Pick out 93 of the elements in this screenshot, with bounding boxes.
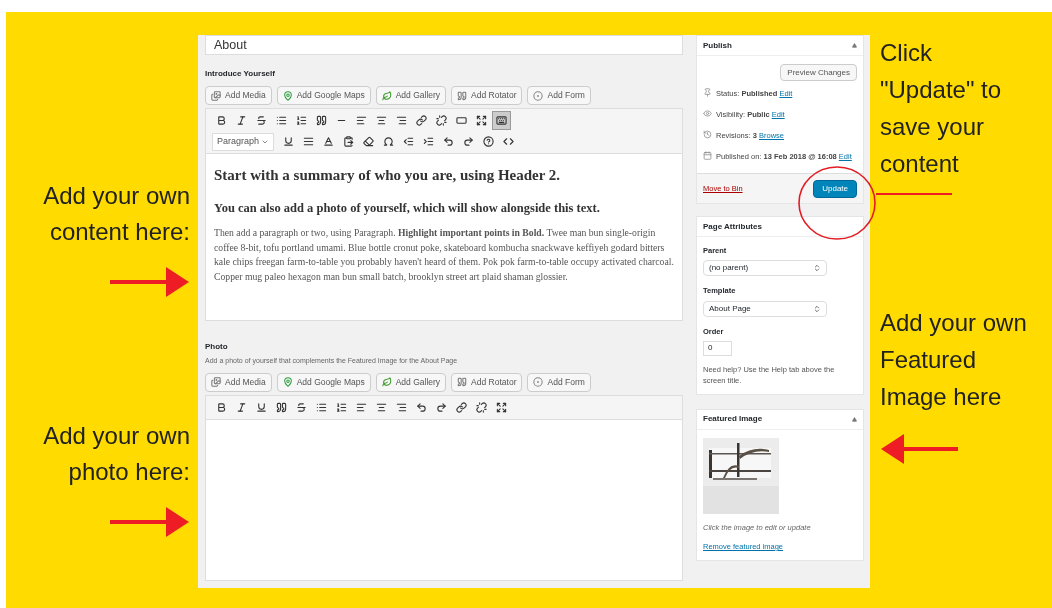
text-color-icon bbox=[323, 136, 334, 147]
media-button[interactable]: Add Google Maps bbox=[276, 86, 371, 105]
read-more-icon bbox=[456, 115, 467, 126]
heading: Start with a summary of who you are, using Header 2. bbox=[214, 166, 562, 185]
media-button[interactable]: Add Form bbox=[527, 372, 591, 392]
align-left-icon bbox=[356, 401, 367, 413]
arrow-icon bbox=[110, 264, 190, 300]
align-left-icon bbox=[356, 115, 367, 126]
format-select[interactable]: Paragraph bbox=[212, 132, 274, 151]
outdent-icon bbox=[403, 136, 414, 147]
quote-icon bbox=[316, 115, 327, 126]
arrow-icon bbox=[880, 431, 958, 467]
paste-icon bbox=[343, 136, 354, 147]
collapse-icon[interactable] bbox=[852, 416, 857, 422]
paragraph: Then add a paragraph or two, using Paragraph. Highlight important points in Bold. Twee man bun single-origin coffee 8-bit, tofu portland umami. Blue bottle cronut poke, skateboard kombucha snackwave keffiyeh godard bitters kale chips freegan farm-to-table you probably haven't heard of them. Pok pok farm-to-table occupy activated charcoal. Copper mug paleo hexagon man bun small batch, brooklyn street art plaid shaman glossier. bbox=[214, 226, 674, 284]
arrow-icon bbox=[110, 504, 190, 540]
unlink-icon bbox=[436, 115, 447, 126]
media-button[interactable]: Add Media bbox=[205, 86, 272, 105]
leaf-icon bbox=[381, 377, 392, 387]
unlink-icon bbox=[476, 401, 487, 413]
bold-icon bbox=[216, 401, 227, 413]
history-icon bbox=[703, 130, 712, 139]
eye-icon bbox=[703, 109, 712, 118]
italic-icon bbox=[236, 401, 247, 413]
annotation-text: Add your own content here: bbox=[42, 181, 190, 247]
quote-icon bbox=[457, 377, 468, 387]
quote-icon bbox=[457, 90, 468, 101]
select-arrows-icon bbox=[813, 264, 821, 273]
annotation-text: Add your own photo here: bbox=[42, 421, 190, 487]
media-button[interactable]: Add Media bbox=[205, 372, 272, 392]
toolbar-toggle-icon bbox=[496, 115, 507, 126]
underline-icon bbox=[256, 401, 267, 413]
panel-title: Page Attributes bbox=[703, 220, 762, 233]
media-icon bbox=[211, 90, 221, 101]
align-center-icon bbox=[376, 115, 387, 126]
align-right-icon bbox=[396, 115, 407, 126]
order-field[interactable]: 0 bbox=[703, 340, 732, 356]
form-icon bbox=[533, 90, 544, 101]
pin-icon bbox=[703, 88, 712, 97]
media-button[interactable]: Add Form bbox=[527, 86, 591, 105]
strikethrough-icon bbox=[256, 115, 267, 126]
numbered-list-icon bbox=[336, 401, 347, 413]
quote-icon bbox=[276, 401, 287, 413]
form-icon bbox=[533, 377, 544, 387]
link-icon bbox=[416, 115, 427, 126]
media-button[interactable]: Add Rotator bbox=[451, 372, 523, 392]
redo-icon bbox=[463, 136, 474, 147]
media-button[interactable]: Add Rotator bbox=[451, 86, 523, 105]
toolbar-toggle-button[interactable] bbox=[492, 111, 511, 130]
fullscreen-icon bbox=[496, 401, 507, 413]
parent-select[interactable]: (no parent) bbox=[703, 260, 827, 277]
template-select[interactable]: About Page bbox=[703, 300, 827, 317]
fullscreen-icon bbox=[476, 115, 487, 126]
update-button[interactable]: Update bbox=[813, 179, 857, 198]
bullet-list-icon bbox=[276, 115, 287, 126]
undo-icon bbox=[443, 136, 454, 147]
align-right-icon bbox=[396, 401, 407, 413]
strikethrough-icon bbox=[296, 401, 307, 413]
link-icon bbox=[456, 401, 467, 413]
preview-button[interactable]: Preview Changes bbox=[780, 64, 857, 81]
collapse-icon[interactable] bbox=[852, 43, 857, 48]
panel-title: Featured Image bbox=[703, 413, 763, 426]
indent-icon bbox=[423, 136, 434, 147]
title-field[interactable]: About bbox=[205, 35, 683, 55]
redo-icon bbox=[436, 401, 447, 413]
italic-icon bbox=[236, 115, 247, 126]
media-button[interactable]: Add Google Maps bbox=[276, 372, 371, 392]
panel-title: Publish bbox=[703, 39, 732, 52]
field-label: Introduce Yourself bbox=[205, 68, 276, 80]
editor[interactable] bbox=[205, 108, 683, 321]
undo-icon bbox=[416, 401, 427, 413]
subheading: You can also add a photo of yourself, which will show alongside this text. bbox=[214, 199, 601, 217]
bold-icon bbox=[216, 115, 227, 126]
media-button[interactable]: Add Gallery bbox=[375, 86, 447, 105]
align-center-icon bbox=[376, 401, 387, 413]
media-icon bbox=[211, 377, 221, 387]
code-icon bbox=[503, 136, 514, 147]
numbered-list-icon bbox=[296, 115, 307, 126]
annotation-text: Add your own Featured Image here bbox=[880, 308, 1028, 412]
calendar-icon bbox=[703, 151, 712, 160]
field-label: Photo bbox=[205, 341, 229, 353]
underline-icon bbox=[283, 136, 294, 147]
leaf-icon bbox=[381, 90, 392, 101]
annotation-text: Click "Update" to save your content bbox=[880, 38, 1003, 179]
justify-icon bbox=[303, 136, 314, 147]
eraser-icon bbox=[363, 136, 374, 147]
media-button[interactable]: Add Gallery bbox=[375, 372, 447, 392]
map-pin-icon bbox=[282, 377, 293, 387]
omega-icon bbox=[383, 136, 394, 147]
select-arrows-icon bbox=[813, 304, 821, 313]
map-pin-icon bbox=[282, 90, 293, 101]
help-icon bbox=[483, 136, 494, 147]
bullet-list-icon bbox=[316, 401, 327, 413]
